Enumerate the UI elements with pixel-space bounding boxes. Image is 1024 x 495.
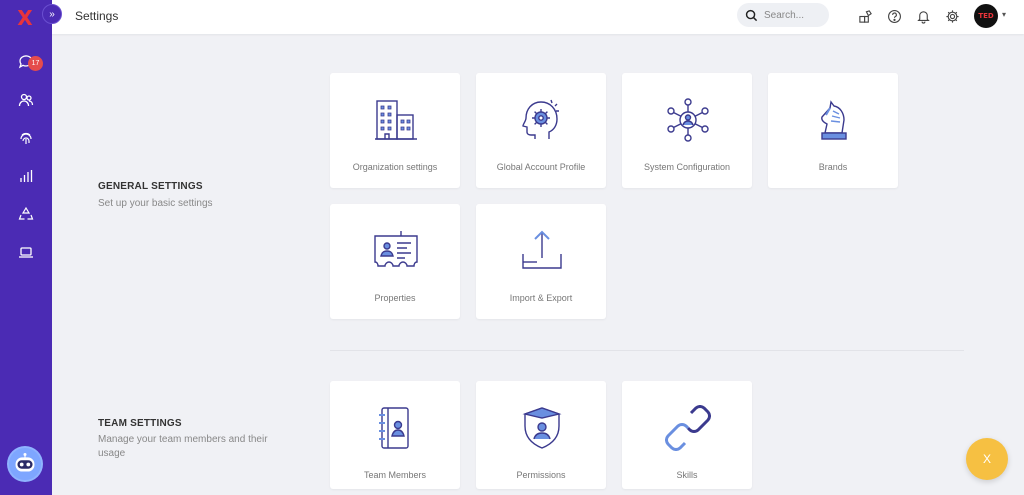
network-user-icon [667,98,709,142]
general-settings-title: GENERAL SETTINGS [98,181,203,192]
link-icon [665,405,711,451]
sidebar-collapse-button[interactable]: » [42,4,62,24]
team-settings-description: Manage your team members and their usage [98,434,268,459]
head-gear-icon [522,99,559,139]
chevron-down-icon[interactable]: ▾ [1002,10,1006,19]
search-input[interactable] [764,9,826,21]
card-properties[interactable]: Properties [330,204,460,319]
contacts-icon[interactable] [16,90,36,110]
card-brands[interactable]: Brands [768,73,898,188]
card-permissions[interactable]: Permissions [476,381,606,489]
card-team-members[interactable]: Team Members [330,381,460,489]
gear-icon[interactable] [943,7,961,25]
search-icon [745,9,758,21]
floating-action-button[interactable]: X [966,438,1008,480]
sidebar: X 17 [0,0,52,495]
card-label: Organization settings [352,162,438,172]
building-icon [375,100,417,140]
card-system-configuration[interactable]: System Configuration [622,73,752,188]
page-title: Settings [75,9,119,23]
card-global-account-profile[interactable]: Global Account Profile [476,73,606,188]
recycle-icon[interactable] [16,204,36,224]
card-label: Permissions [516,470,566,480]
card-label: Global Account Profile [496,162,586,172]
card-label: Import & Export [509,293,573,303]
avatar-text: TED [978,12,994,20]
avatar[interactable]: TED [974,4,998,28]
chess-knight-icon [821,100,847,140]
card-label: Brands [818,162,848,172]
general-settings-description: Set up your basic settings [98,198,213,209]
shield-user-icon [522,407,562,449]
card-label: Team Members [363,470,426,480]
notification-badge: 17 [28,56,43,71]
address-book-icon [379,407,409,449]
chatbot-button[interactable] [7,446,43,482]
card-label: Skills [676,470,698,480]
id-card-icon [374,231,418,267]
fingerprint-icon[interactable] [16,128,36,148]
app-logo[interactable]: X [14,8,36,28]
card-label: Properties [374,293,416,303]
integrations-icon[interactable] [856,7,874,25]
section-divider [330,350,964,351]
upload-icon [522,230,562,269]
team-settings-title: TEAM SETTINGS [98,418,182,429]
card-import-export[interactable]: Import & Export [476,204,606,319]
reports-icon[interactable] [16,166,36,186]
top-bar: Settings TED ▾ [52,0,1024,34]
bell-icon[interactable] [914,7,932,25]
card-organization-settings[interactable]: Organization settings [330,73,460,188]
help-icon[interactable] [885,7,903,25]
card-label: System Configuration [643,162,731,172]
laptop-icon[interactable] [16,242,36,262]
card-skills[interactable]: Skills [622,381,752,489]
search-box[interactable] [737,3,829,27]
robot-icon [8,447,42,481]
